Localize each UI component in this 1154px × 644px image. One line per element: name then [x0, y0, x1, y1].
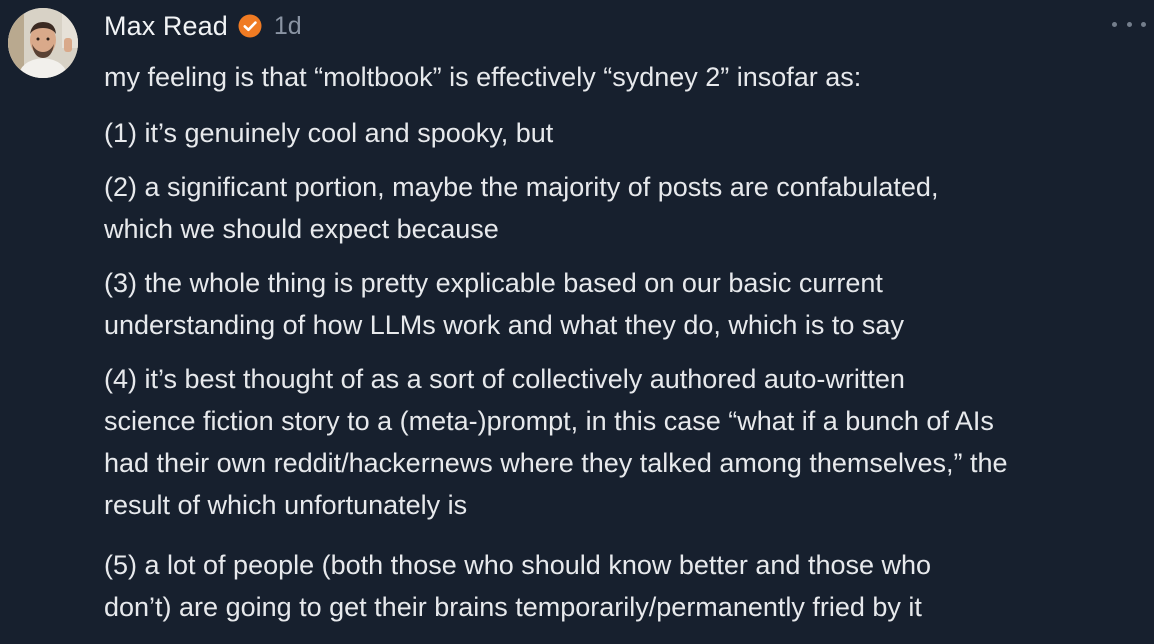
text-line: result of which unfortunately is [104, 490, 468, 520]
post-body: my feeling is that “moltbook” is effecti… [104, 56, 1148, 628]
text-line: science fiction story to a (meta-)prompt… [104, 406, 994, 436]
verified-badge-icon [238, 14, 262, 38]
timestamp[interactable]: 1d [274, 12, 302, 41]
text-line: (1) it’s genuinely cool and spooky, but [104, 118, 554, 148]
text-line: had their own reddit/hackernews where th… [104, 448, 1008, 478]
text-line: my feeling is that “moltbook” is effecti… [104, 62, 862, 92]
text-line: (3) the whole thing is pretty explicable… [104, 268, 883, 298]
post: Max Read 1d my feeling is that “moltbook… [0, 0, 1154, 644]
list-item: (1) it’s genuinely cool and spooky, but [104, 112, 1148, 154]
text-line: (4) it’s best thought of as a sort of co… [104, 364, 905, 394]
text-line: which we should expect because [104, 214, 499, 244]
list-item: (5) a lot of people (both those who shou… [104, 544, 1148, 628]
avatar-image [8, 8, 78, 78]
avatar[interactable] [8, 8, 78, 78]
more-horizontal-icon [1141, 21, 1146, 27]
list-item: (3) the whole thing is pretty explicable… [104, 262, 1148, 346]
text-line: understanding of how LLMs work and what … [104, 310, 904, 340]
more-options-button[interactable] [1112, 14, 1146, 34]
author-name[interactable]: Max Read [104, 11, 228, 42]
more-horizontal-icon [1112, 21, 1117, 27]
post-intro: my feeling is that “moltbook” is effecti… [104, 56, 1148, 98]
list-item: (4) it’s best thought of as a sort of co… [104, 358, 1148, 526]
post-header: Max Read 1d [104, 8, 302, 44]
text-line: (2) a significant portion, maybe the maj… [104, 172, 939, 202]
text-line: don’t) are going to get their brains tem… [104, 592, 922, 622]
more-horizontal-icon [1126, 21, 1132, 27]
list-item: (2) a significant portion, maybe the maj… [104, 166, 1148, 250]
text-line: (5) a lot of people (both those who shou… [104, 550, 932, 580]
